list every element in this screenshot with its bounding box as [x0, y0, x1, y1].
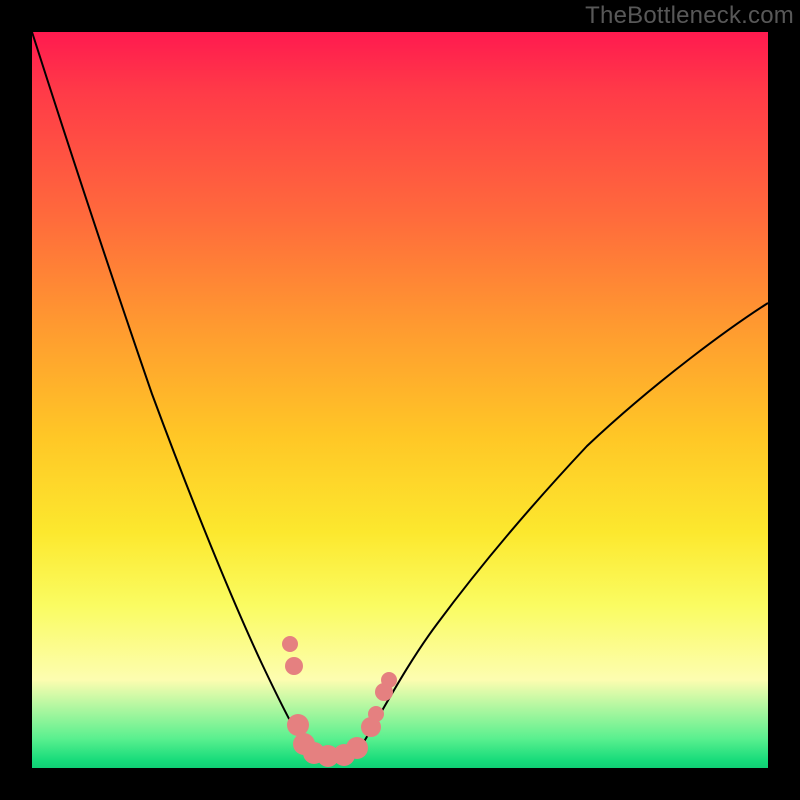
- watermark-text: TheBottleneck.com: [585, 2, 794, 30]
- left-curve: [32, 32, 304, 745]
- marker: [285, 657, 303, 675]
- marker: [282, 636, 298, 652]
- marker: [287, 714, 309, 736]
- plot-area: [32, 32, 768, 768]
- marker: [381, 672, 397, 688]
- marker-cluster: [282, 636, 397, 767]
- marker: [346, 737, 368, 759]
- marker: [368, 706, 384, 722]
- curve-overlay: [32, 32, 768, 768]
- right-curve: [362, 303, 768, 745]
- chart-frame: TheBottleneck.com: [0, 0, 800, 800]
